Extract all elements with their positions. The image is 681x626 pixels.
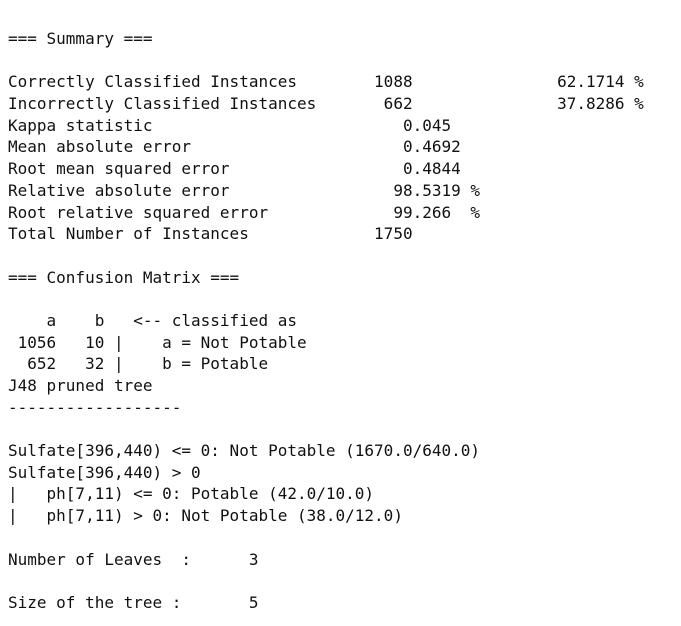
tree-title-underline: ------------------ xyxy=(8,397,182,417)
number-of-leaves: Number of Leaves : 3 xyxy=(8,549,259,569)
correctly-classified-row: Correctly Classified Instances 1088 62.1… xyxy=(8,72,644,92)
rmse-row: Root mean squared error 0.4844 xyxy=(8,159,461,179)
confusion-matrix-header: === Confusion Matrix === xyxy=(8,267,240,287)
tree-node-ph-le: | ph[7,11) <= 0: Potable (42.0/10.0) xyxy=(8,484,375,504)
tree-title: J48 pruned tree xyxy=(8,376,153,395)
confusion-matrix-row-a: 1056 10 | a = Not Potable xyxy=(8,332,307,352)
confusion-matrix-columns: a b <-- classified as xyxy=(8,310,297,330)
total-instances-row: Total Number of Instances 1750 xyxy=(8,224,413,244)
tree-node-sulfate-le: Sulfate[396,440) <= 0: Not Potable (1670… xyxy=(8,441,481,461)
incorrectly-classified-row: Incorrectly Classified Instances 662 37.… xyxy=(8,94,644,114)
relative-absolute-error-row: Relative absolute error 98.5319 % xyxy=(8,180,481,200)
summary-header: === Summary === xyxy=(8,29,153,48)
size-of-tree: Size of the tree : 5 xyxy=(8,592,259,612)
tree-node-ph-gt: | ph[7,11) > 0: Not Potable (38.0/12.0) xyxy=(8,506,403,526)
confusion-matrix-row-b: 652 32 | b = Potable xyxy=(8,354,269,374)
mean-absolute-error-row: Mean absolute error 0.4692 xyxy=(8,137,461,157)
weka-output-console: === Summary === Correctly Classified Ins… xyxy=(8,28,676,614)
root-relative-squared-error-row: Root relative squared error 99.266 % xyxy=(8,202,481,222)
kappa-row: Kappa statistic 0.045 xyxy=(8,115,452,135)
tree-node-sulfate-gt: Sulfate[396,440) > 0 xyxy=(8,462,201,482)
